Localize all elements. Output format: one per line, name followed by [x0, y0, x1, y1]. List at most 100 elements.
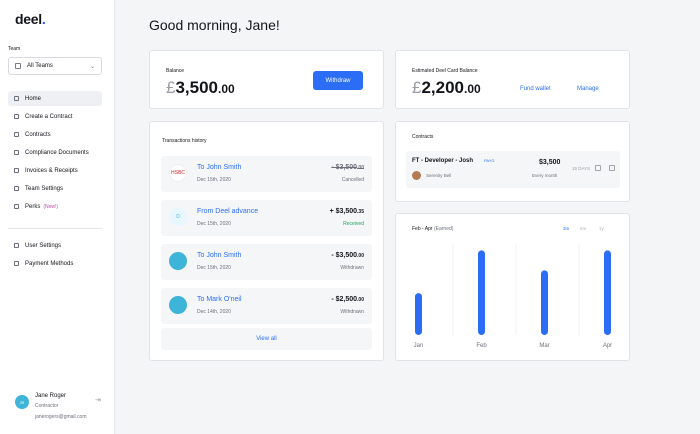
contract-row[interactable]: FT - Developer - Josh PAYG Serenity Bell… [406, 151, 620, 188]
transaction-date: Dec 15th, 2020 [197, 177, 231, 183]
sidebar: deel. Team All Teams ⌄ Home Create a Cont… [0, 0, 115, 434]
transaction-status: Withdrawn [340, 265, 364, 271]
deel-logo[interactable]: deel. [15, 11, 46, 27]
transaction-row[interactable]: D From Deel advance Dec 15th, 2020 + $3,500… [161, 200, 372, 236]
sidebar-item-team-settings[interactable]: Team Settings [8, 181, 102, 196]
transaction-date: Dec 15th, 2020 [197, 265, 231, 271]
user-icon [14, 243, 19, 248]
sidebar-item-payment-methods[interactable]: Payment Methods [8, 256, 102, 271]
chevron-down-icon: ⌄ [89, 63, 95, 70]
user-email: janerogers@gmail.com [35, 414, 87, 420]
contract-title: FT - Developer - Josh [412, 158, 474, 164]
sidebar-item-label: Team Settings [25, 185, 64, 192]
team-settings-icon [14, 186, 19, 191]
cube-icon [15, 63, 21, 69]
bank-transfer-icon [169, 296, 187, 314]
logout-icon[interactable]: ⇥ [95, 396, 101, 404]
sidebar-item-label: Invoices & Receipts [25, 167, 78, 174]
sidebar-nav: Home Create a Contract Contracts Compliance… [8, 91, 102, 217]
sidebar-item-perks[interactable]: Perks (New!) [8, 199, 102, 214]
copy-icon[interactable] [595, 165, 601, 171]
contract-person: Serenity Bell [426, 173, 452, 178]
delete-icon[interactable] [609, 165, 615, 171]
transaction-date: Dec 15th, 2020 [197, 221, 231, 227]
sidebar-divider [8, 228, 102, 229]
sidebar-item-create-a-contract[interactable]: Create a Contract [8, 109, 102, 124]
user-role: Contractor [35, 403, 59, 409]
balance-label: Balance [166, 68, 185, 74]
deel-card-label: Estimated Deel Card Balance [412, 68, 478, 74]
chart-bar-feb[interactable] [478, 250, 485, 335]
transaction-status: Withdrawn [340, 309, 364, 315]
contract-days: 15 DAYS [572, 166, 591, 171]
chart-bar-mar[interactable] [541, 270, 548, 335]
balance-card: Balance £3,500.00 Withdraw [149, 50, 384, 109]
deel-card-amount: £2,200.00 [412, 78, 481, 97]
chart-x-label: Mar [539, 343, 549, 349]
transactions-title: Transactions history [162, 138, 207, 144]
transaction-amount: - $2,500.00 [331, 296, 364, 303]
transaction-amount: + $3,500.35 [329, 208, 364, 215]
team-select-value: All Teams [27, 63, 53, 69]
contract-person-avatar [412, 171, 421, 180]
transaction-status: Cancelled [341, 177, 364, 183]
payment-methods-icon [14, 261, 19, 266]
sidebar-item-label: Create a Contract [25, 113, 73, 120]
sidebar-item-invoices-receipts[interactable]: Invoices & Receipts [8, 163, 102, 178]
sidebar-item-user-settings[interactable]: User Settings [8, 238, 102, 253]
home-icon [14, 96, 19, 101]
user-name: Jane Roger [35, 393, 67, 399]
sidebar-nav-secondary: User Settings Payment Methods [8, 238, 102, 274]
balance-amount: £3,500.00 [166, 78, 235, 97]
contracts-title: Contracts [412, 134, 434, 140]
deel-card-balance-card: Estimated Deel Card Balance £2,200.00 Fu… [395, 50, 630, 109]
sidebar-item-label: Contracts [25, 131, 51, 138]
transaction-title: To Mark O'neil [197, 296, 242, 303]
transaction-title: To John Smith [197, 164, 242, 171]
transaction-row[interactable]: To John Smith Dec 15th, 2020 - $3,500.00 Wi… [161, 244, 372, 280]
hsbc-bank-icon: HSBC [169, 164, 187, 182]
transaction-row[interactable]: To Mark O'neil Dec 14th, 2020 - $2,500.00 W… [161, 288, 372, 324]
page-title: Good morning, Jane! [149, 17, 280, 33]
view-all-link[interactable]: View all [161, 328, 372, 350]
manage-link[interactable]: Manage [577, 86, 599, 92]
contract-type-badge: PAYG [484, 158, 495, 163]
sidebar-item-label: User Settings [25, 242, 62, 249]
document-plus-icon [14, 114, 19, 119]
sidebar-item-label: Compliance Documents [25, 149, 89, 156]
deel-advance-icon: D [169, 208, 187, 226]
transaction-status: Received [343, 221, 364, 227]
earnings-bar-chart: Jan Feb Mar Apr [414, 244, 612, 349]
transaction-amount: - $3,500.00 [331, 164, 364, 171]
earnings-chart-card: Feb - Apr (Earned) 3m 6m 1y Jan Feb Mar Apr [395, 213, 630, 361]
team-select[interactable]: All Teams ⌄ [8, 57, 102, 75]
chart-bar-apr[interactable] [604, 250, 611, 335]
transactions-card: Transactions history HSBC To John Smith De… [149, 121, 384, 361]
perks-icon [14, 204, 19, 209]
chart-bar-jan[interactable] [415, 293, 422, 335]
contracts-icon [14, 132, 19, 137]
sidebar-item-contracts[interactable]: Contracts [8, 127, 102, 142]
transaction-amount: - $3,500.00 [331, 252, 364, 259]
chart-x-label: Apr [603, 343, 612, 349]
transaction-row[interactable]: HSBC To John Smith Dec 15th, 2020 - $3,500.… [161, 156, 372, 192]
avatar[interactable]: JR [15, 395, 29, 409]
chart-x-label: Feb [476, 343, 487, 349]
transaction-title: To John Smith [197, 252, 242, 259]
sidebar-item-label: Perks [25, 203, 41, 210]
transaction-date: Dec 14th, 2020 [197, 309, 231, 315]
fund-wallet-link[interactable]: Fund wallet [520, 86, 551, 92]
sidebar-item-label: Payment Methods [25, 260, 74, 267]
invoice-icon [14, 168, 19, 173]
bank-transfer-icon [169, 252, 187, 270]
new-badge: (New!) [43, 203, 59, 210]
contract-amount: $3,500 [539, 159, 561, 166]
sidebar-item-home[interactable]: Home [8, 91, 102, 106]
sidebar-item-label: Home [25, 95, 42, 102]
contracts-card: Contracts FT - Developer - Josh PAYG Ser… [395, 121, 630, 202]
team-label: Team [8, 46, 21, 52]
sidebar-item-compliance-documents[interactable]: Compliance Documents [8, 145, 102, 160]
withdraw-button[interactable]: Withdraw [313, 71, 363, 90]
chart-x-label: Jan [414, 343, 424, 349]
transaction-title: From Deel advance [197, 208, 259, 215]
